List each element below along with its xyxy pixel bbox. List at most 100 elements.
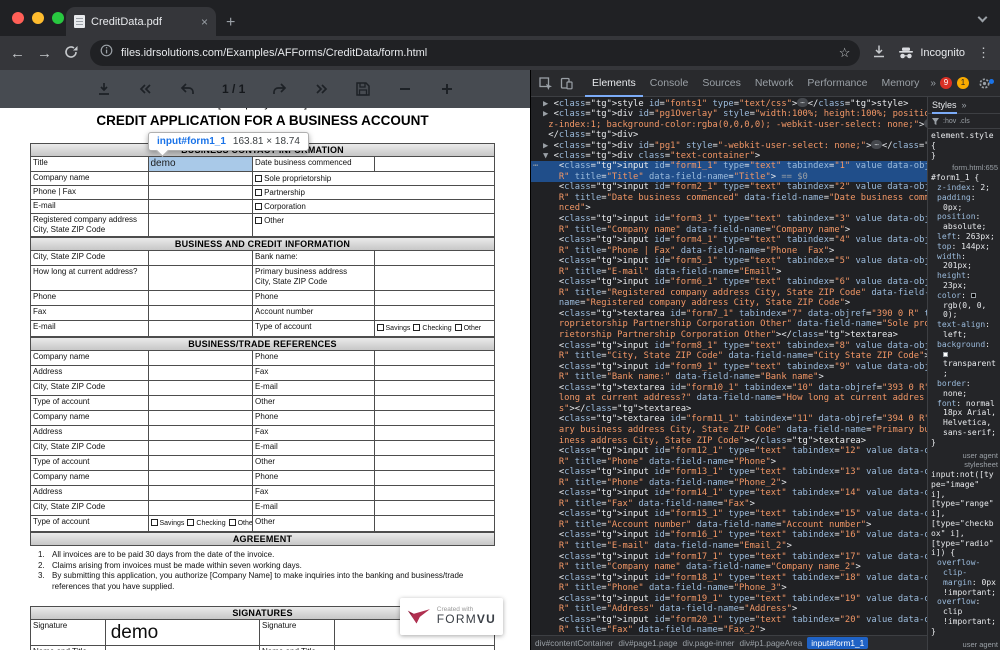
tab-styles[interactable]: Styles	[932, 97, 957, 114]
download-button[interactable]	[872, 44, 886, 63]
code-line[interactable]: <class="tg">input id="form17_1" type="te…	[531, 552, 927, 563]
bookmark-star-icon[interactable]: ☆	[839, 45, 851, 61]
css-declaration[interactable]: overflow-clip-margin: 0px !important;	[933, 558, 998, 597]
error-count-badge[interactable]: 9	[940, 77, 952, 89]
form-input-cell[interactable]	[149, 172, 254, 185]
form-input-cell[interactable]	[149, 351, 254, 365]
checkbox-icon[interactable]	[455, 324, 462, 331]
code-line[interactable]: R" title="Phone" data-field-name="Phone_…	[531, 478, 927, 489]
code-line[interactable]: <class="tg">input id="form5_1" type="tex…	[531, 256, 927, 267]
tab-close-icon[interactable]: ×	[201, 15, 208, 29]
code-line[interactable]: ▶ <class="tg">div id="pg1Overlay" style=…	[531, 109, 927, 120]
checkbox-group[interactable]: SavingsCheckingOther	[375, 321, 494, 336]
code-line[interactable]: rietorship Partnership Corporation Other…	[531, 330, 927, 341]
tab-search-chevron-icon[interactable]	[978, 13, 988, 23]
elements-tree[interactable]: ▶ <class="tg">style id="fonts1" type="te…	[531, 97, 927, 635]
code-line[interactable]: R" title="Phone | Fax" data-field-name="…	[531, 246, 927, 257]
code-line[interactable]: <class="tg">input id="form16_1" type="te…	[531, 530, 927, 541]
checkbox-option[interactable]: Other	[253, 214, 494, 236]
code-line[interactable]: R" title="E-mail" data-field-name="Email…	[531, 541, 927, 552]
tab-performance[interactable]: Performance	[800, 70, 874, 97]
form-input-cell[interactable]	[149, 456, 254, 470]
zoom-out-icon[interactable]	[397, 81, 413, 97]
code-line[interactable]: iness address City, State ZIP Code"></cl…	[531, 436, 927, 447]
form-input-cell[interactable]	[106, 646, 260, 650]
css-declaration[interactable]: position: absolute;	[933, 212, 998, 232]
form-input-cell[interactable]	[375, 441, 494, 455]
code-line[interactable]: <class="tg">input id="form4_1" type="tex…	[531, 235, 927, 246]
site-info-icon[interactable]	[100, 44, 113, 62]
redo-all-icon[interactable]	[313, 81, 329, 97]
code-line[interactable]: <class="tg">input id="form9_1" type="tex…	[531, 362, 927, 373]
tab-memory[interactable]: Memory	[874, 70, 926, 97]
code-line[interactable]: R" title="Date business commenced" data-…	[531, 193, 927, 204]
checkbox-icon[interactable]	[255, 189, 262, 196]
tab-console[interactable]: Console	[643, 70, 696, 97]
breadcrumb-item[interactable]: input#form1_1	[807, 637, 868, 649]
checkbox-option[interactable]: Corporation	[253, 200, 494, 213]
code-line[interactable]: R" title="Bank name:" data-field-name="B…	[531, 372, 927, 383]
code-line[interactable]: R" title="Title" data-field-name="Title"…	[531, 172, 927, 183]
breadcrumb-item[interactable]: div.page-inner	[682, 638, 734, 648]
signature-value[interactable]: demo	[106, 620, 260, 645]
form-input-cell[interactable]	[335, 646, 494, 650]
code-line[interactable]: R" title="Company name" data-field-name=…	[531, 562, 927, 573]
code-line[interactable]: <class="tg">input id="form3_1" type="tex…	[531, 214, 927, 225]
checkbox-icon[interactable]	[255, 203, 262, 210]
form-input-cell[interactable]	[149, 381, 254, 395]
code-line[interactable]: roprietorship Partnership Corporation Ot…	[531, 319, 927, 330]
style-rule-selector[interactable]: input:not([type="image" i], [type="range…	[931, 470, 998, 558]
download-page-icon[interactable]	[96, 81, 112, 97]
code-line[interactable]: </class="tg">div>	[531, 130, 927, 141]
warning-count-badge[interactable]: 1	[957, 77, 969, 89]
form-input-cell[interactable]	[375, 381, 494, 395]
form-input-cell[interactable]	[149, 291, 254, 305]
form-input-cell[interactable]	[375, 486, 494, 500]
checkbox-icon[interactable]	[255, 217, 262, 224]
form-input-cell[interactable]	[149, 306, 254, 320]
form-input-cell[interactable]	[149, 486, 254, 500]
code-line[interactable]: <class="tg">input id="form18_1" type="te…	[531, 573, 927, 584]
code-line[interactable]: <class="tg">input id="form12_1" type="te…	[531, 446, 927, 457]
form-input-cell[interactable]	[149, 426, 254, 440]
tab-sources[interactable]: Sources	[695, 70, 748, 97]
css-declaration[interactable]: top: 144px;	[933, 242, 998, 252]
css-declaration[interactable]: color: rgb(0, 0, 0);	[933, 291, 998, 320]
form-input-cell[interactable]	[149, 251, 254, 265]
code-line[interactable]: <class="tg">input id="form8_1" type="tex…	[531, 341, 927, 352]
form-input-cell[interactable]	[149, 411, 254, 425]
code-line[interactable]: R" title="Phone" data-field-name="Phone"…	[531, 457, 927, 468]
code-line[interactable]: <class="tg">textarea id="form11_1" tabin…	[531, 414, 927, 425]
tab-network[interactable]: Network	[748, 70, 801, 97]
code-line[interactable]: R" title="Phone" data-field-name="Phone_…	[531, 583, 927, 594]
code-line[interactable]: <class="tg">textarea id="form7_1" tabind…	[531, 309, 927, 320]
form-input-cell[interactable]	[375, 351, 494, 365]
code-line[interactable]: ⋯ <class="tg">input id="form1_1" type="t…	[531, 161, 927, 172]
form-input-cell[interactable]	[375, 516, 494, 531]
code-line[interactable]: R" title="Registered company address Cit…	[531, 288, 927, 299]
form-input-cell[interactable]	[149, 366, 254, 380]
code-line[interactable]: nced">	[531, 203, 927, 214]
code-line[interactable]: <class="tg">input id="form15_1" type="te…	[531, 509, 927, 520]
form-input-cell[interactable]	[375, 366, 494, 380]
address-bar[interactable]: files.idrsolutions.com/Examples/AFForms/…	[90, 40, 860, 66]
code-line[interactable]: R" title="E-mail" data-field-name="Email…	[531, 267, 927, 278]
back-button[interactable]: ←	[10, 46, 25, 61]
code-line[interactable]: z-index:1; background-color:rgba(0,0,0,0…	[531, 119, 927, 130]
form-input-cell[interactable]	[375, 291, 494, 305]
form-input-cell[interactable]	[149, 186, 254, 199]
save-icon[interactable]	[355, 81, 371, 97]
checkbox-icon[interactable]	[151, 519, 158, 526]
highlighted-form-input[interactable]: demo	[149, 157, 254, 171]
code-line[interactable]: ▶ <class="tg">div id="pg1" style="-webki…	[531, 140, 927, 151]
form-input-cell[interactable]	[149, 214, 254, 236]
css-declaration[interactable]: border: none;	[933, 379, 998, 399]
class-button[interactable]: .cls	[959, 118, 970, 125]
form-input-cell[interactable]	[375, 501, 494, 515]
code-line[interactable]: R" title="Account number" data-field-nam…	[531, 520, 927, 531]
code-line[interactable]: R" title="Company name" data-field-name=…	[531, 225, 927, 236]
form-input-cell[interactable]	[375, 396, 494, 410]
browser-tab[interactable]: CreditData.pdf ×	[66, 7, 216, 36]
form-input-cell[interactable]	[375, 306, 494, 320]
form-input-cell[interactable]	[149, 396, 254, 410]
